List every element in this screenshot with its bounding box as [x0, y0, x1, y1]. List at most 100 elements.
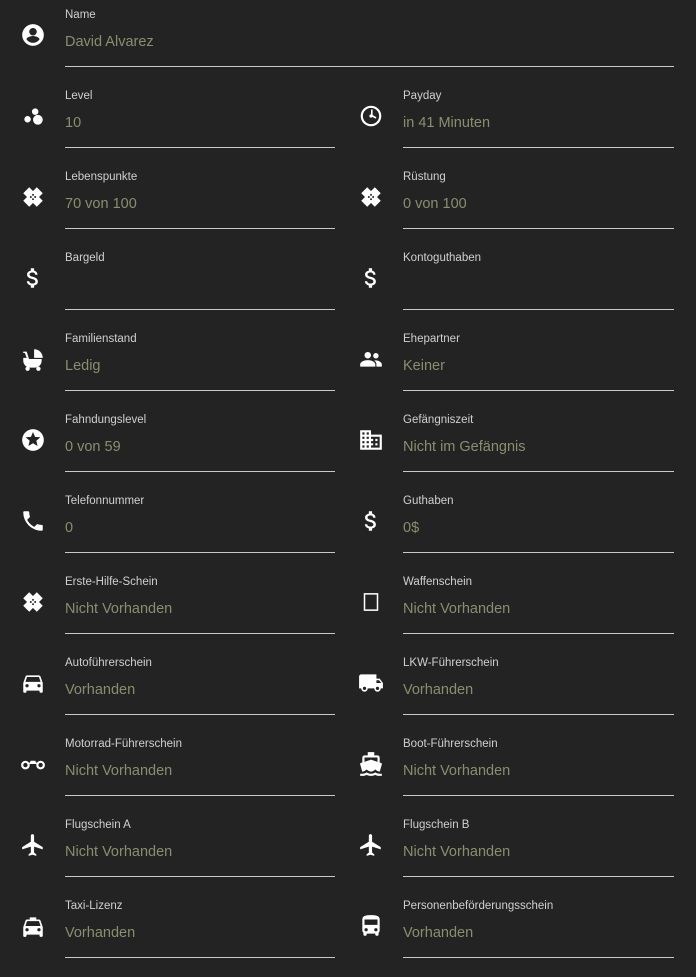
field-value: 10 — [65, 115, 82, 131]
underline — [403, 552, 674, 553]
field-label: Level — [65, 90, 93, 102]
underline — [65, 228, 335, 229]
field-label: Payday — [403, 90, 442, 102]
field-label: Erste-Hilfe-Schein — [65, 576, 158, 588]
field-value: 70 von 100 — [65, 196, 137, 212]
field-value: 0 von 59 — [65, 439, 121, 455]
field-label: Familienstand — [65, 333, 137, 345]
underline — [65, 795, 335, 796]
truck-icon — [358, 670, 384, 696]
field-label: Personenbeförderungsschein — [403, 900, 554, 912]
field-personen: Personenbeförderungsschein Vorhanden — [362, 891, 674, 972]
field-label: Gefängniszeit — [403, 414, 474, 426]
field-label: Boot-Führerschein — [403, 738, 498, 750]
field-label: Bargeld — [65, 252, 105, 264]
phone-icon — [20, 508, 46, 534]
field-value: Vorhanden — [65, 682, 136, 698]
underline — [403, 309, 674, 310]
field-label: Rüstung — [403, 171, 446, 183]
people-icon — [358, 346, 384, 372]
field-label: Kontoguthaben — [403, 252, 482, 264]
field-bargeld: Bargeld — [26, 243, 335, 324]
field-taxi: Taxi-Lizenz Vorhanden — [23, 891, 335, 972]
underline — [403, 714, 674, 715]
field-flugschein-a: Flugschein A Nicht Vorhanden — [22, 810, 335, 891]
field-label: Lebenspunkte — [65, 171, 138, 183]
field-label: Flugschein A — [65, 819, 131, 831]
bandage-icon — [358, 184, 384, 210]
underline — [65, 633, 335, 634]
field-lkw: LKW-Führerschein Vorhanden — [359, 648, 674, 729]
field-payday: Payday in 41 Minuten — [360, 81, 674, 162]
field-ruestung: Rüstung 0 von 100 — [361, 162, 674, 243]
field-autofuehrerschein: Autoführerschein Vorhanden — [23, 648, 335, 729]
stroller-icon — [20, 346, 46, 372]
underline — [65, 147, 335, 148]
field-value: Keiner — [403, 358, 445, 374]
dollar-icon — [358, 508, 384, 534]
underline — [65, 876, 335, 877]
field-value: Nicht Vorhanden — [65, 844, 173, 860]
field-label: Fahndungslevel — [65, 414, 147, 426]
field-value: in 41 Minuten — [403, 115, 491, 131]
underline — [403, 795, 674, 796]
motorbike-icon — [20, 751, 46, 777]
underline — [65, 66, 674, 67]
taxi-icon — [20, 913, 46, 939]
field-value: Nicht Vorhanden — [65, 601, 173, 617]
underline — [403, 471, 674, 472]
field-name: Name David Alvarez — [22, 0, 674, 81]
star-circle-icon — [20, 427, 46, 453]
field-value: 0 von 100 — [403, 196, 467, 212]
underline — [65, 471, 335, 472]
ship-icon — [358, 751, 384, 777]
building-icon — [358, 427, 384, 453]
field-kontoguthaben: Kontoguthaben — [364, 243, 674, 324]
character-info-panel: Name David Alvarez Level 10 Payday in 41… — [0, 0, 696, 977]
underline — [65, 957, 335, 958]
field-value: Ledig — [65, 358, 101, 374]
underline — [65, 309, 335, 310]
underline — [403, 390, 674, 391]
field-erste-hilfe: Erste-Hilfe-Schein Nicht Vorhanden — [23, 567, 335, 648]
dollar-icon — [358, 265, 384, 291]
underline — [403, 633, 674, 634]
bubbles-icon — [20, 103, 46, 129]
field-value: Nicht Vorhanden — [403, 844, 511, 860]
timer-icon — [358, 103, 384, 129]
field-boot: Boot-Führerschein Nicht Vorhanden — [360, 729, 674, 810]
field-value: 0 — [65, 520, 74, 536]
field-value: Nicht Vorhanden — [65, 763, 173, 779]
underline — [65, 552, 335, 553]
field-label: Taxi-Lizenz — [65, 900, 123, 912]
field-lebenspunkte: Lebenspunkte 70 von 100 — [23, 162, 335, 243]
field-value: Nicht Vorhanden — [403, 601, 511, 617]
field-guthaben: Guthaben 0$ — [364, 486, 674, 567]
field-value: Nicht Vorhanden — [403, 763, 511, 779]
underline — [403, 876, 674, 877]
dollar-icon — [20, 265, 46, 291]
field-label: LKW-Führerschein — [403, 657, 499, 669]
empty-box-icon — [358, 589, 384, 615]
field-label: Name — [65, 9, 96, 21]
underline — [403, 228, 674, 229]
field-level: Level 10 — [24, 81, 335, 162]
field-label: Motorrad-Führerschein — [65, 738, 182, 750]
field-label: Waffenschein — [403, 576, 473, 588]
field-value: Nicht im Gefängnis — [403, 439, 526, 455]
field-label: Flugschein B — [403, 819, 470, 831]
field-value: Vorhanden — [403, 925, 474, 941]
underline — [65, 390, 335, 391]
account-circle-icon — [20, 22, 46, 48]
field-motorrad: Motorrad-Führerschein Nicht Vorhanden — [21, 729, 335, 810]
field-label: Autoführerschein — [65, 657, 152, 669]
field-fahndungslevel: Fahndungslevel 0 von 59 — [22, 405, 335, 486]
airplane-icon — [20, 832, 46, 858]
field-familienstand: Familienstand Ledig — [23, 324, 335, 405]
bus-icon — [358, 913, 384, 939]
field-waffenschein: Waffenschein Nicht Vorhanden — [363, 567, 674, 648]
field-value: Vorhanden — [403, 682, 474, 698]
field-telefonnummer: Telefonnummer 0 — [23, 486, 335, 567]
airplane-icon — [358, 832, 384, 858]
underline — [403, 957, 674, 958]
